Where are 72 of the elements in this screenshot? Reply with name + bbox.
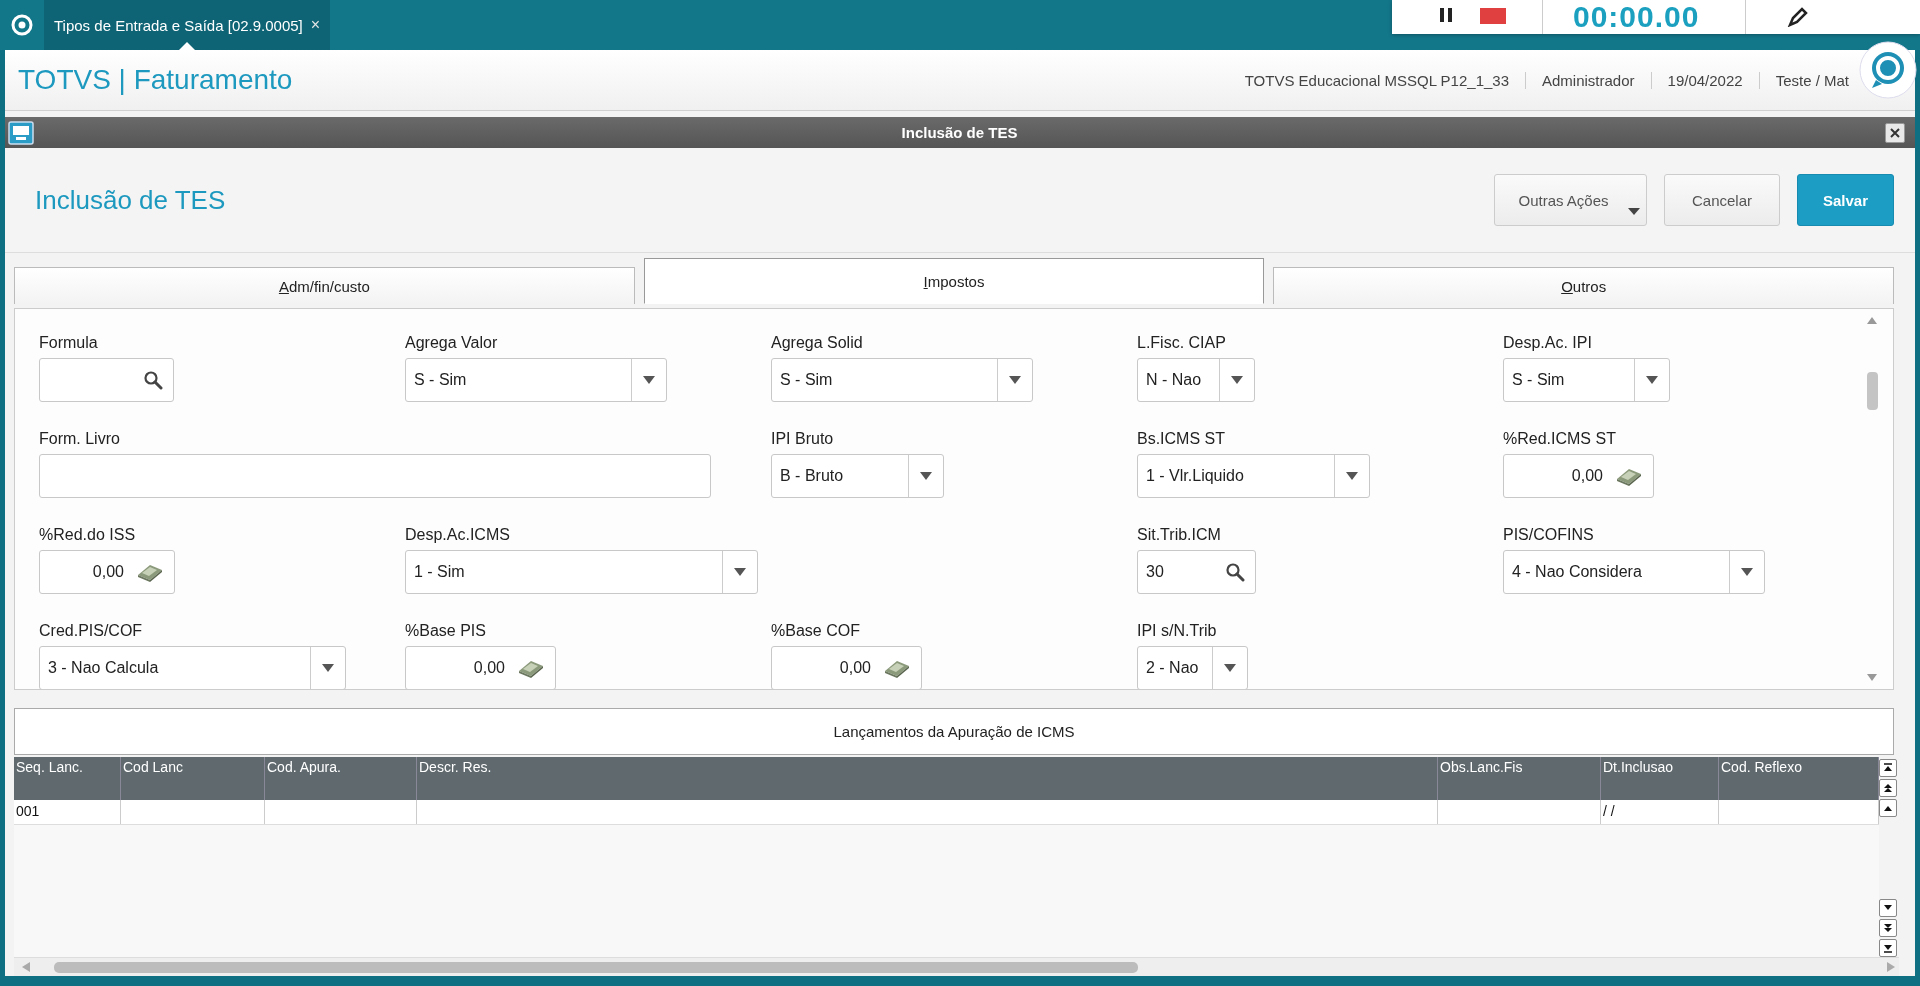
lookup-field[interactable] (39, 358, 174, 402)
select-field[interactable]: 4 - Nao Considera (1503, 550, 1765, 594)
select-field[interactable]: 1 - Vlr.Liquido (1137, 454, 1370, 498)
page-up-icon[interactable] (1879, 779, 1897, 797)
select-field[interactable]: S - Sim (1503, 358, 1670, 402)
page-title: Inclusão de TES (35, 184, 227, 216)
search-icon[interactable] (143, 370, 163, 390)
field-label: L.Fisc. CIAP (1137, 334, 1227, 352)
select-field[interactable]: S - Sim (771, 358, 1033, 402)
app-tab[interactable]: Tipos de Entrada e Saída [02.9.0005] × (44, 0, 331, 50)
page-down-icon[interactable] (1879, 919, 1897, 937)
select-field[interactable]: 1 - Sim (405, 550, 758, 594)
tab[interactable]: Adm/fin/custo (14, 267, 635, 304)
field-label: %Base COF (771, 622, 861, 640)
close-icon[interactable]: × (310, 16, 321, 34)
cancel-button[interactable]: Cancelar (1664, 174, 1780, 226)
select-field[interactable]: N - Nao (1137, 358, 1255, 402)
input-field[interactable] (39, 454, 711, 498)
app-title: TOTVS | Faturamento (18, 64, 294, 96)
number-field[interactable]: 0,00 (405, 646, 556, 689)
header-info: TOTVS Educacional MSSQL P12_1_33 (1243, 71, 1510, 89)
field-label: IPI Bruto (771, 430, 835, 448)
logo-icon[interactable] (11, 14, 33, 36)
field-label: Sit.Trib.ICM (1137, 526, 1222, 544)
close-icon (1890, 127, 1900, 138)
field-label: Agrega Valor (405, 334, 499, 352)
dialog-title: Inclusão de TES (900, 124, 1019, 141)
field-label: Desp.Ac.ICMS (405, 526, 511, 544)
number-field[interactable]: 0,00 (771, 646, 922, 689)
calculator-icon[interactable] (136, 562, 164, 582)
number-field[interactable]: 0,00 (1503, 454, 1654, 498)
field-label: Agrega Solid (771, 334, 864, 352)
field-label: %Base PIS (405, 622, 487, 640)
close-button[interactable] (1885, 122, 1905, 143)
section-title: Lançamentos da Apuração de ICMS (14, 708, 1894, 755)
field-label: Desp.Ac. IPI (1503, 334, 1593, 352)
caret-icon (1628, 208, 1640, 215)
table-cell: / / (1603, 803, 1615, 819)
table-cell: 001 (16, 803, 40, 819)
header-info: 19/04/2022 (1650, 71, 1759, 89)
field-label: Formula (39, 334, 99, 352)
stop-icon[interactable] (1480, 8, 1506, 26)
field-label: %Red.do ISS (39, 526, 137, 544)
select-field[interactable]: S - Sim (405, 358, 667, 402)
scroll-up-icon[interactable] (1879, 799, 1897, 817)
field-label: %Red.ICMS ST (1503, 430, 1617, 448)
number-field[interactable]: 0,00 (39, 550, 175, 594)
recording-timer: 00:00.00 (1573, 2, 1700, 32)
tab-indicator-icon (179, 42, 196, 50)
window-icon (8, 120, 34, 145)
select-field[interactable]: 2 - Nao (1137, 646, 1248, 689)
select-field[interactable]: 3 - Nao Calcula (39, 646, 346, 689)
select-field[interactable]: B - Bruto (771, 454, 944, 498)
first-record-icon[interactable] (1879, 759, 1897, 777)
scrollbar-thumb[interactable] (54, 961, 1138, 973)
field-label: Bs.ICMS ST (1137, 430, 1226, 448)
header-info: Administrador (1525, 71, 1651, 89)
search-icon[interactable] (1225, 562, 1245, 582)
field-label: Form. Livro (39, 430, 121, 448)
calculator-icon[interactable] (1615, 466, 1643, 486)
field-label: IPI s/N.Trib (1137, 622, 1218, 640)
lookup-field[interactable]: 30 (1137, 550, 1256, 594)
field-label: Cred.PIS/COF (39, 622, 144, 640)
calculator-icon[interactable] (883, 658, 911, 678)
scrollbar-thumb[interactable] (1866, 372, 1878, 410)
last-record-icon[interactable] (1879, 939, 1897, 957)
scroll-down-icon[interactable] (1879, 899, 1897, 917)
tab[interactable]: Impostos (643, 258, 1265, 304)
field-label: PIS/COFINS (1503, 526, 1595, 544)
actions-menu-button[interactable]: Outras Ações (1494, 174, 1647, 226)
calculator-icon[interactable] (517, 658, 545, 678)
tab[interactable]: Outros (1273, 267, 1894, 304)
